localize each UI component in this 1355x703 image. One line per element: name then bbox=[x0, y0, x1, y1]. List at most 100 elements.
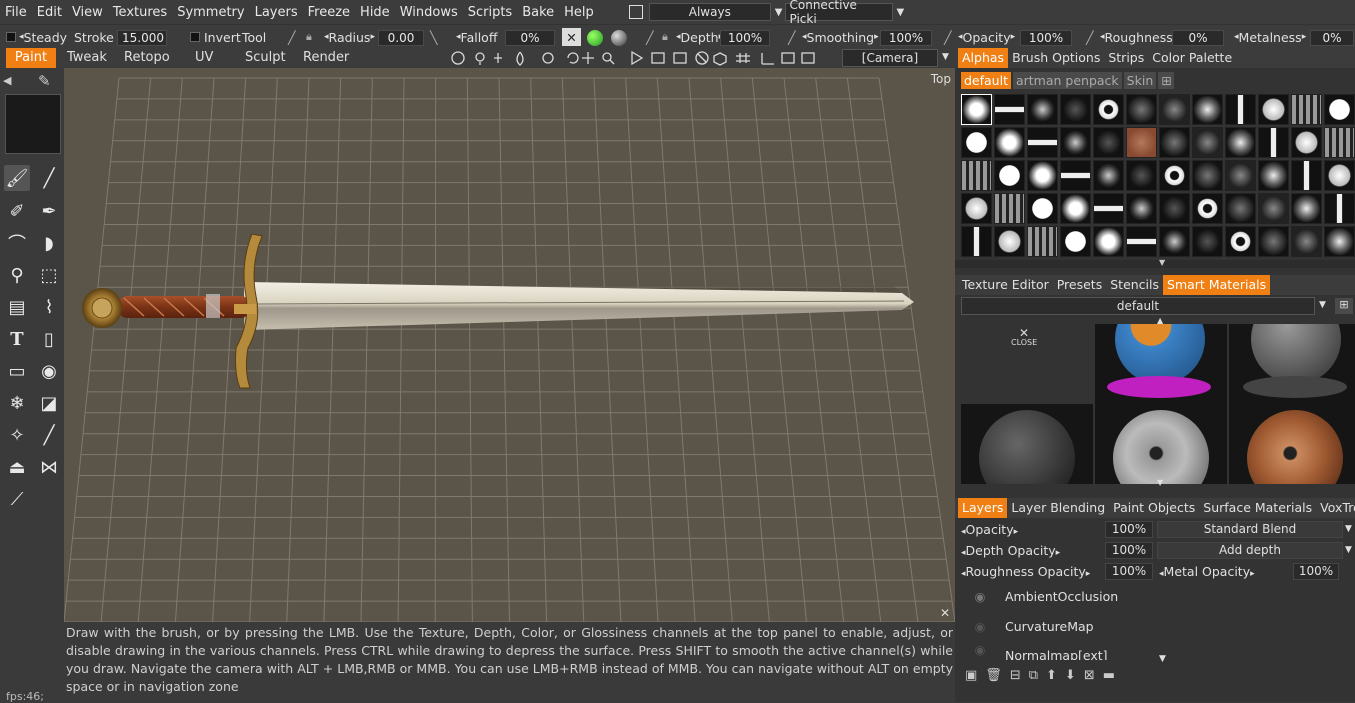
alpha-thumbnail[interactable] bbox=[994, 193, 1025, 224]
tab-alphas[interactable]: Alphas bbox=[958, 48, 1008, 68]
menu-windows[interactable]: Windows bbox=[395, 5, 463, 20]
alpha-thumbnail[interactable] bbox=[1192, 226, 1223, 257]
tab-paint-objects[interactable]: Paint Objects bbox=[1109, 498, 1199, 518]
material-preview[interactable] bbox=[961, 404, 1093, 484]
alpha-thumbnail[interactable] bbox=[1258, 226, 1289, 257]
green-sphere-icon[interactable] bbox=[587, 30, 603, 46]
alpha-thumbnail[interactable] bbox=[994, 127, 1025, 158]
alpha-thumbnail[interactable] bbox=[1291, 193, 1322, 224]
lock-icon[interactable]: 🔒︎ bbox=[662, 28, 668, 46]
depth-mode-dropdown[interactable]: Add depth bbox=[1157, 542, 1343, 559]
trash-icon[interactable]: 🗑︎ bbox=[985, 668, 1002, 683]
eye-icon[interactable]: ◉ bbox=[36, 358, 62, 384]
blend-mode-dropdown[interactable]: Standard Blend bbox=[1157, 521, 1343, 538]
measure-icon[interactable]: ⟋ bbox=[4, 486, 30, 512]
tab-render[interactable]: Render bbox=[296, 48, 356, 68]
add-material-icon[interactable]: ⊞ bbox=[1335, 298, 1353, 314]
tab-strips[interactable]: Strips bbox=[1104, 48, 1148, 68]
chevron-up-icon[interactable]: ▲ bbox=[1157, 316, 1163, 325]
tab-surface-materials[interactable]: Surface Materials bbox=[1199, 498, 1316, 518]
document-icon[interactable]: ▤ bbox=[4, 294, 30, 320]
falloff-input[interactable]: 0% bbox=[505, 30, 555, 46]
depth-input[interactable]: 100% bbox=[720, 30, 770, 46]
tab-smart-materials[interactable]: Smart Materials bbox=[1163, 275, 1270, 295]
tab-sculpt[interactable]: Sculpt bbox=[238, 48, 293, 68]
clear-layer-icon[interactable]: ⊠ bbox=[1084, 668, 1095, 683]
alpha-thumbnail[interactable] bbox=[1159, 160, 1190, 191]
alpha-thumbnail[interactable] bbox=[1192, 127, 1223, 158]
alpha-thumbnail[interactable] bbox=[1027, 226, 1058, 257]
tab-texture-editor[interactable]: Texture Editor bbox=[958, 275, 1053, 295]
alpha-thumbnail[interactable] bbox=[1093, 226, 1124, 257]
always-dropdown[interactable]: Always bbox=[649, 3, 771, 21]
menu-scripts[interactable]: Scripts bbox=[463, 5, 517, 20]
close-materials-button[interactable]: ✕ CLOSE bbox=[961, 324, 1093, 404]
gray-sphere-icon[interactable] bbox=[611, 30, 627, 46]
alpha-thumbnail[interactable] bbox=[1060, 193, 1091, 224]
iron-icon[interactable]: ⏏ bbox=[4, 454, 30, 480]
alpha-thumbnail[interactable] bbox=[1126, 160, 1157, 191]
steady-checkbox[interactable] bbox=[6, 32, 16, 42]
eye-icon[interactable]: ◉ bbox=[955, 642, 1005, 657]
smudge-icon[interactable]: ⌒ bbox=[4, 230, 30, 256]
alpha-thumbnail[interactable] bbox=[1159, 94, 1190, 125]
materials-folder-dropdown[interactable]: default bbox=[961, 297, 1315, 315]
camera-dropdown[interactable]: [Camera] bbox=[842, 49, 938, 67]
alpha-thumbnail[interactable] bbox=[1192, 193, 1223, 224]
alpha-thumbnail[interactable] bbox=[1093, 127, 1124, 158]
menu-symmetry[interactable]: Symmetry bbox=[172, 5, 249, 20]
tab-presets[interactable]: Presets bbox=[1053, 275, 1107, 295]
pencil-tool-icon[interactable]: ╱ bbox=[36, 165, 62, 191]
tab-retopo[interactable]: Retopo bbox=[117, 48, 177, 68]
alpha-thumbnail[interactable] bbox=[1027, 160, 1058, 191]
menu-help[interactable]: Help bbox=[559, 5, 599, 20]
tab-uv[interactable]: UV bbox=[188, 48, 220, 68]
eraser-icon[interactable]: ▭ bbox=[4, 358, 30, 384]
eyedropper-icon[interactable]: ╱ bbox=[36, 422, 62, 448]
alpha-thumbnail[interactable] bbox=[1258, 94, 1289, 125]
viewport-icon-strip[interactable] bbox=[450, 50, 830, 66]
alpha-thumbnail[interactable] bbox=[1027, 94, 1058, 125]
material-preview[interactable] bbox=[1229, 404, 1355, 484]
alpha-thumbnail[interactable] bbox=[961, 226, 992, 257]
tab-paint[interactable]: Paint bbox=[6, 48, 56, 68]
layer-row[interactable]: ◉ AmbientOcclusion bbox=[955, 582, 1355, 610]
smoothing-input[interactable]: 100% bbox=[880, 30, 932, 46]
ruler-page-icon[interactable]: ▯ bbox=[36, 326, 62, 352]
alpha-thumbnail[interactable] bbox=[1159, 193, 1190, 224]
alpha-thumbnail[interactable] bbox=[1324, 94, 1355, 125]
roughness-opacity-input[interactable]: 100% bbox=[1105, 563, 1153, 580]
material-preview[interactable] bbox=[1095, 324, 1227, 404]
folder-icon[interactable]: ▬ bbox=[1103, 668, 1115, 683]
alpha-thumbnail[interactable] bbox=[1291, 226, 1322, 257]
viewport[interactable]: Top ✕ bbox=[64, 68, 955, 622]
curve-icon[interactable]: ⌇ bbox=[36, 294, 62, 320]
stamp-icon[interactable]: ⚲ bbox=[4, 262, 30, 288]
tab-tweak[interactable]: Tweak bbox=[60, 48, 114, 68]
select-rect-icon[interactable]: ⬚ bbox=[36, 262, 62, 288]
alpha-thumbnail[interactable] bbox=[1060, 160, 1091, 191]
alpha-thumbnail[interactable] bbox=[1258, 193, 1289, 224]
alpha-thumbnail[interactable] bbox=[1324, 127, 1355, 158]
invert-checkbox[interactable] bbox=[190, 32, 200, 42]
alpha-thumbnail[interactable] bbox=[1225, 193, 1256, 224]
menu-view[interactable]: View bbox=[67, 5, 108, 20]
menu-freeze[interactable]: Freeze bbox=[303, 5, 355, 20]
layer-row[interactable]: ◉ Normalmap[ext] bbox=[955, 642, 1355, 660]
menu-bake[interactable]: Bake bbox=[517, 5, 559, 20]
alpha-set-skin[interactable]: Skin bbox=[1124, 72, 1157, 89]
alpha-thumbnail[interactable] bbox=[1060, 94, 1091, 125]
alpha-thumbnail[interactable] bbox=[1126, 226, 1157, 257]
layer-opacity-input[interactable]: 100% bbox=[1105, 521, 1153, 538]
fill-icon[interactable]: ◗ bbox=[36, 230, 62, 256]
alpha-thumbnail[interactable] bbox=[1225, 160, 1256, 191]
alpha-thumbnail[interactable] bbox=[1027, 193, 1058, 224]
material-preview[interactable] bbox=[1229, 324, 1355, 404]
menu-file[interactable]: File bbox=[0, 5, 32, 20]
text-icon[interactable]: T bbox=[4, 326, 30, 352]
alphas-scrollbar[interactable]: ▼ bbox=[955, 260, 1355, 268]
metalness-input[interactable]: 0% bbox=[1310, 30, 1354, 46]
close-hint-icon[interactable]: ✕ bbox=[940, 606, 950, 620]
metal-opacity-input[interactable]: 100% bbox=[1293, 563, 1339, 580]
magic-wand-icon[interactable]: ✧ bbox=[4, 422, 30, 448]
